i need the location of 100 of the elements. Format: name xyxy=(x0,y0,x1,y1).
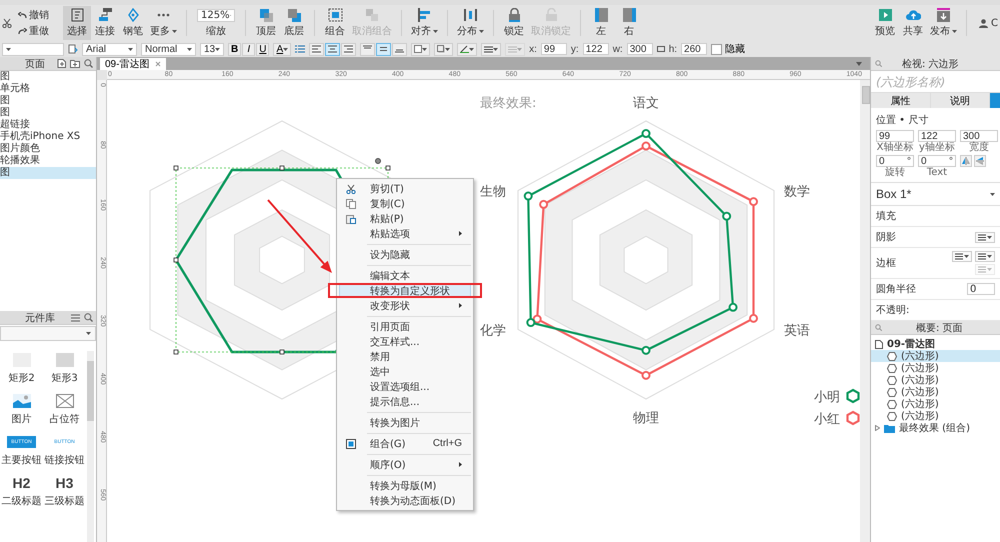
page-item[interactable]: 图 xyxy=(0,71,96,83)
tool-button[interactable]: 钢笔 xyxy=(119,6,147,40)
page-item[interactable]: 轮播效果 xyxy=(0,155,96,167)
menu-item[interactable]: 改变形状 xyxy=(339,298,471,313)
tool-button[interactable]: 选择 xyxy=(63,6,91,40)
lock-ratio-icon[interactable] xyxy=(656,45,665,53)
tool-button[interactable]: 连接 xyxy=(91,6,119,40)
menu-icon[interactable] xyxy=(71,314,80,322)
style-dropdown[interactable] xyxy=(975,251,995,262)
menu-item[interactable]: 提示信息... xyxy=(339,394,471,409)
format-painter-icon[interactable] xyxy=(68,44,78,54)
page-item[interactable]: 图 xyxy=(0,107,96,119)
property-field[interactable]: 122 xyxy=(918,130,956,142)
rotate-handle-icon[interactable] xyxy=(375,158,381,164)
menu-item[interactable]: 编辑文本 xyxy=(339,268,471,283)
scrollbar[interactable] xyxy=(87,351,94,542)
menu-item[interactable]: 复制(C) xyxy=(339,196,471,211)
widget-label[interactable]: 占位符 xyxy=(50,412,80,426)
style-dropdown[interactable] xyxy=(975,232,995,242)
menu-item[interactable]: 粘贴选项 xyxy=(339,226,471,241)
tree-item[interactable]: (六边形) xyxy=(871,386,1000,398)
scissors-icon[interactable] xyxy=(2,18,12,28)
toolbar-button[interactable]: 共享 xyxy=(899,6,928,40)
toolbar-button[interactable]: 右 xyxy=(615,6,643,40)
menu-item[interactable]: 剪切(T) xyxy=(339,181,471,196)
page-item[interactable]: 手机壳iPhone XS xyxy=(0,131,96,143)
widget-label[interactable]: 二级标题 xyxy=(2,494,42,508)
inspector-tab[interactable]: 说明 xyxy=(930,93,989,108)
size-dropdown[interactable]: 13 xyxy=(200,42,224,56)
toolbar-button[interactable]: 锁定 xyxy=(500,6,528,40)
toolbar-button[interactable]: 对齐 xyxy=(408,6,441,40)
page-item[interactable]: 超链接 xyxy=(0,119,96,131)
page-item[interactable]: 图片颜色 xyxy=(0,143,96,155)
expand-icon[interactable] xyxy=(875,425,880,431)
widget-label[interactable]: 图片 xyxy=(12,412,32,426)
style-dropdown[interactable]: Box 1* xyxy=(871,182,1000,206)
menu-item[interactable]: 引用页面 xyxy=(339,319,471,334)
widget-label[interactable]: 矩形2 xyxy=(8,371,35,385)
user-name[interactable]: C xyxy=(991,18,998,28)
flip-button[interactable] xyxy=(960,155,972,167)
shadow-button[interactable] xyxy=(434,42,454,56)
inspector-tab[interactable]: 属性 xyxy=(871,93,930,108)
menu-item[interactable]: 设为隐藏 xyxy=(339,247,471,262)
widget-label[interactable]: 矩形3 xyxy=(51,371,78,385)
add-folder-icon[interactable] xyxy=(70,59,80,68)
font-dropdown[interactable]: Arial xyxy=(82,42,137,56)
redo-button[interactable]: 重做 xyxy=(18,24,49,38)
toolbar-button[interactable]: 组合 xyxy=(321,6,349,40)
property-field[interactable]: 0 ° xyxy=(918,155,956,167)
line-style-button[interactable] xyxy=(481,42,502,56)
property-field[interactable]: 300 xyxy=(960,130,998,142)
scrollbar[interactable] xyxy=(860,80,870,542)
menu-item[interactable]: 组合(G) Ctrl+G xyxy=(339,436,471,451)
valign-button[interactable] xyxy=(376,42,392,56)
fill-color-button[interactable] xyxy=(411,42,430,56)
widget-label[interactable]: 链接按钮 xyxy=(44,453,84,467)
tree-item[interactable]: 09-雷达图 xyxy=(871,338,1000,350)
user-icon[interactable] xyxy=(979,18,988,28)
caret-icon[interactable] xyxy=(856,62,862,66)
toolbar-button[interactable]: 顶层 xyxy=(252,6,280,40)
coordinate-field[interactable]: 99 xyxy=(540,43,567,55)
property-field[interactable]: 99 xyxy=(876,130,914,142)
zoom-dropdown[interactable]: 125% xyxy=(197,8,235,22)
menu-item[interactable]: 禁用 xyxy=(339,349,471,364)
weight-dropdown[interactable]: Normal xyxy=(141,42,196,56)
toolbar-button[interactable]: 底层 xyxy=(280,6,308,40)
search-icon[interactable] xyxy=(84,313,93,322)
align-button[interactable] xyxy=(309,42,324,56)
valign-button[interactable] xyxy=(392,42,408,56)
tree-item[interactable]: (六边形) xyxy=(871,362,1000,374)
bold-button[interactable]: B xyxy=(228,42,242,56)
align-button[interactable] xyxy=(325,42,340,56)
tree-item[interactable]: (六边形) xyxy=(871,410,1000,422)
tree-item[interactable]: (六边形) xyxy=(871,350,1000,362)
widget-label[interactable]: 三级标题 xyxy=(44,494,84,508)
page-item[interactable]: 图 xyxy=(0,95,96,107)
toolbar-button[interactable]: 左 xyxy=(587,6,615,40)
menu-item[interactable]: 转换为图片 xyxy=(339,415,471,430)
italic-button[interactable]: I xyxy=(242,42,256,56)
toolbar-button[interactable]: 分布 xyxy=(454,6,487,40)
align-button[interactable] xyxy=(341,42,356,56)
add-page-icon[interactable] xyxy=(57,59,66,68)
style-dropdown[interactable] xyxy=(952,251,972,262)
menu-item[interactable]: 设置选项组... xyxy=(339,379,471,394)
menu-item[interactable]: 交互样式... xyxy=(339,334,471,349)
toolbar-button[interactable]: 发布 xyxy=(927,6,960,40)
hidden-checkbox[interactable]: 隐藏 xyxy=(711,42,746,56)
menu-item[interactable]: 选中 xyxy=(339,364,471,379)
toolbar-button[interactable]: 预览 xyxy=(871,6,900,40)
document-tab[interactable]: 09-雷达图 xyxy=(100,58,166,70)
page-item[interactable]: 图 xyxy=(0,167,96,179)
menu-item[interactable]: 转换为动态面板(D) xyxy=(339,493,471,508)
property-field[interactable]: 0 ° xyxy=(876,155,914,167)
search-icon[interactable] xyxy=(84,59,93,68)
radius-field[interactable]: 0 xyxy=(967,283,995,295)
coordinate-field[interactable]: 260 xyxy=(681,43,708,55)
close-icon[interactable] xyxy=(155,61,162,67)
underline-button[interactable]: U xyxy=(256,42,270,56)
tree-item[interactable]: 最终效果 (组合) xyxy=(871,422,1000,434)
tree-item[interactable]: (六边形) xyxy=(871,374,1000,386)
